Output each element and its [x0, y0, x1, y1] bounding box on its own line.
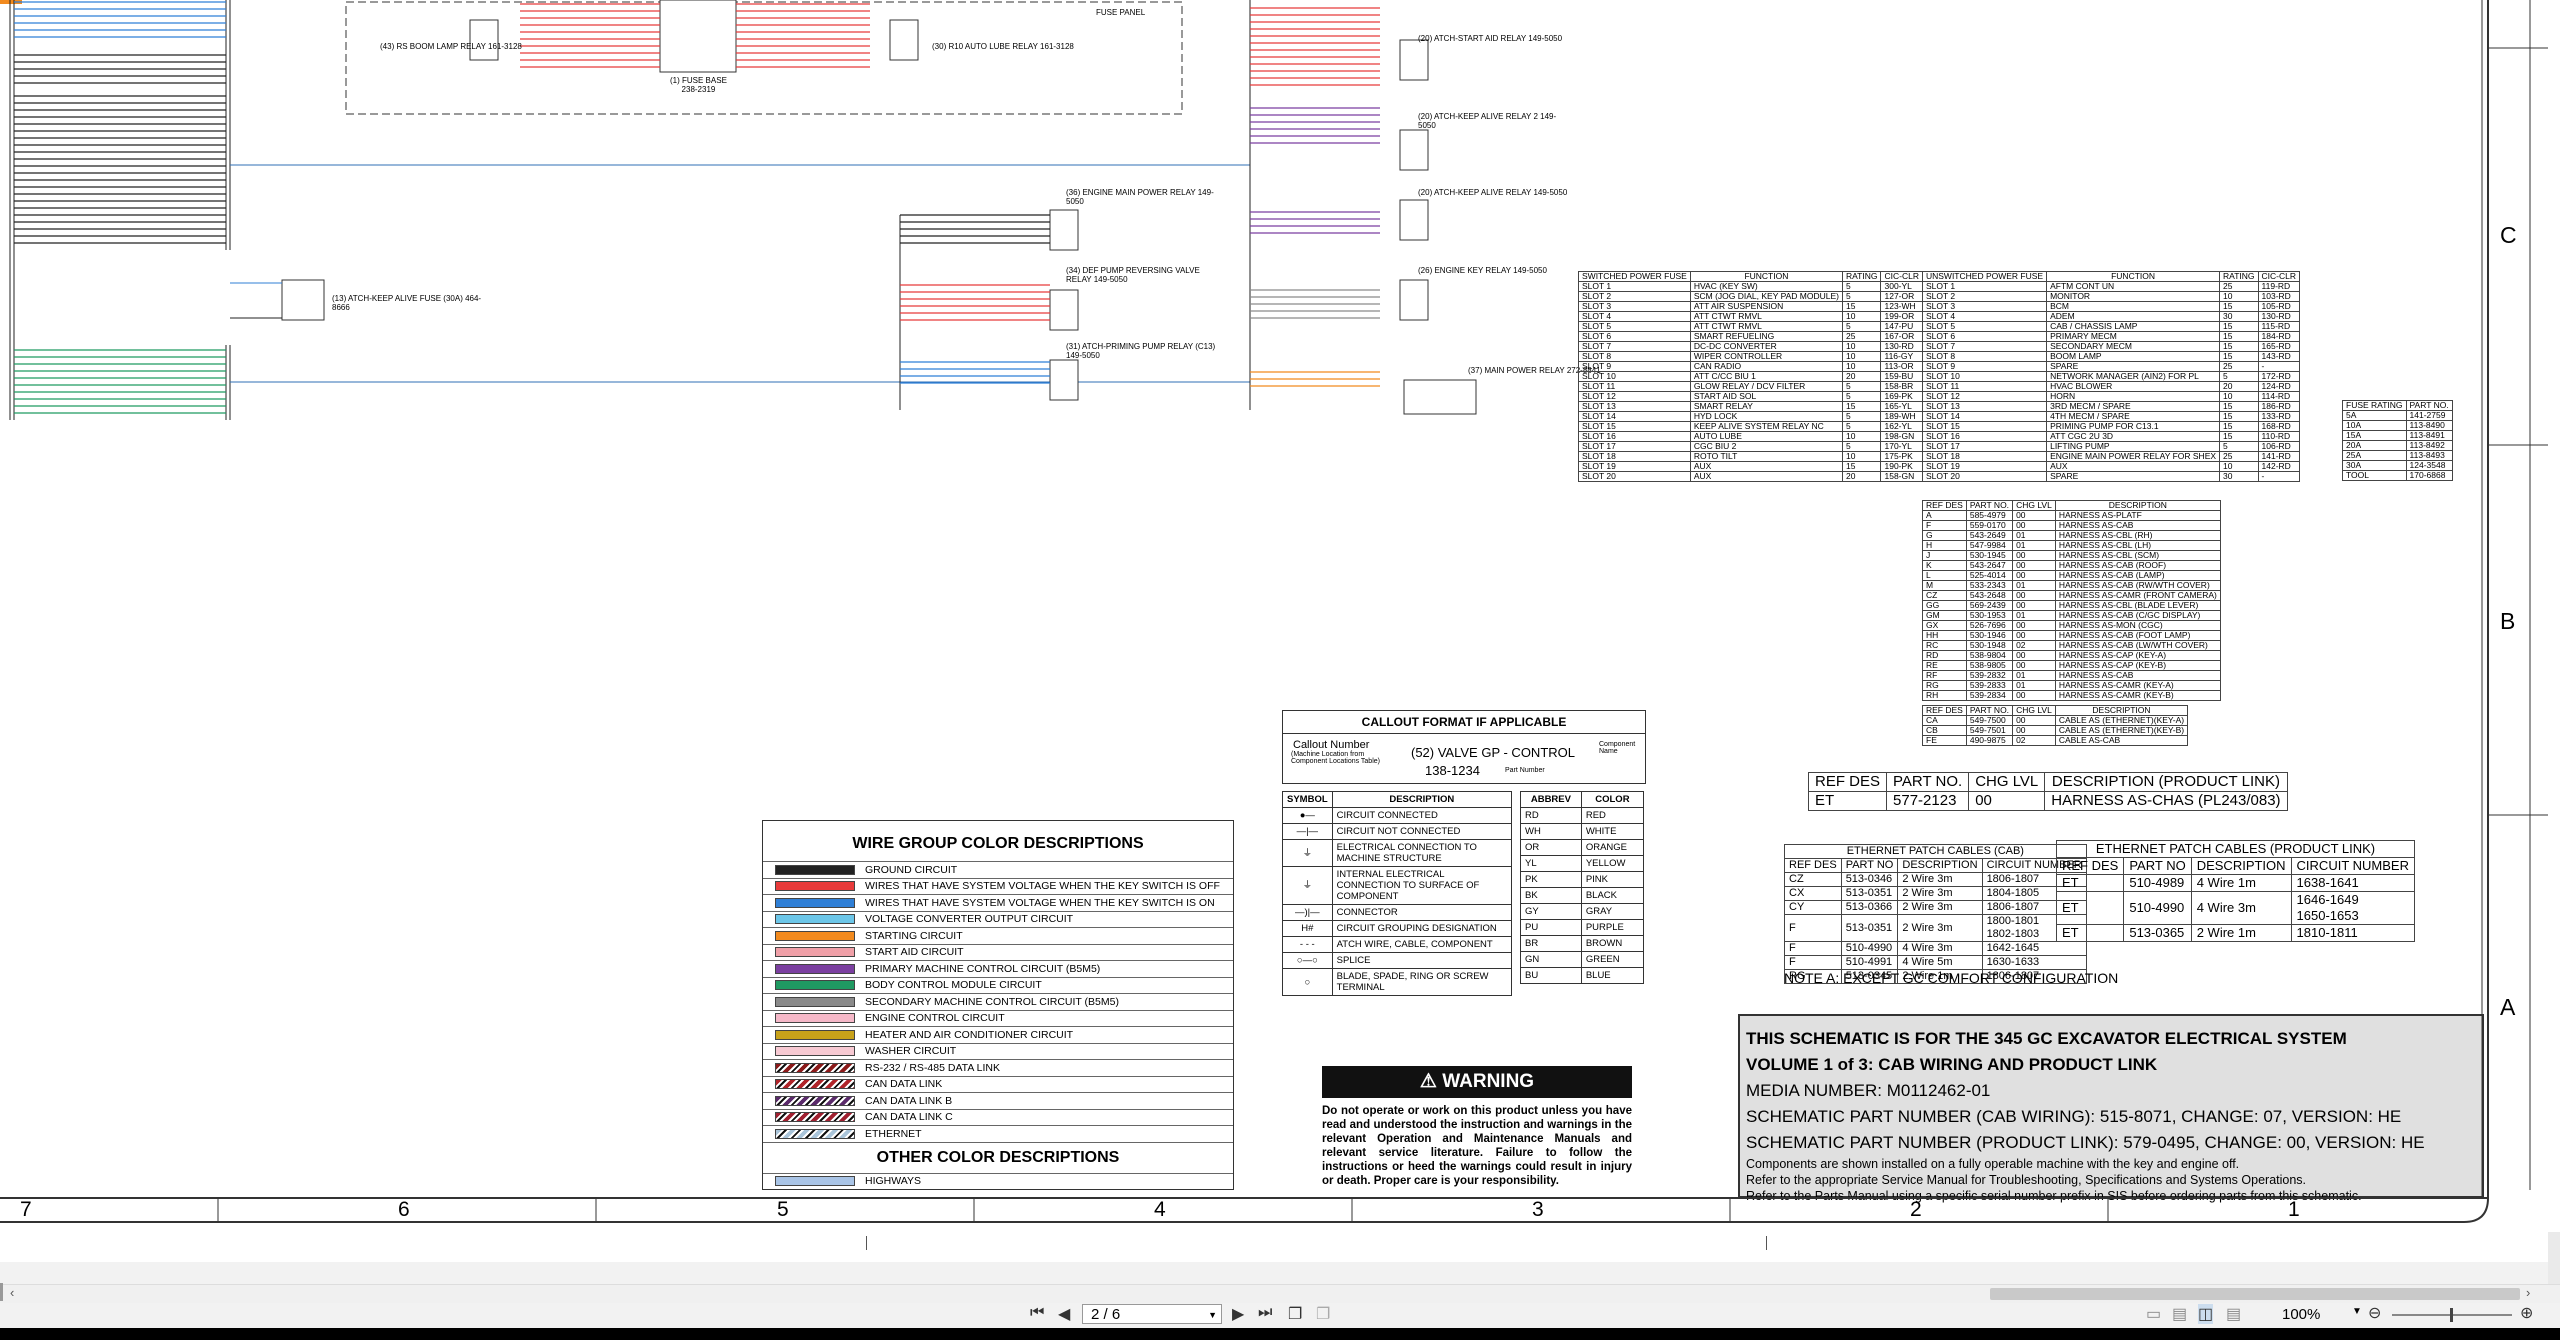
grid-letter-c: C [2500, 222, 2517, 248]
page-number-value: 2 / 6 [1091, 1306, 1121, 1323]
left-edge-marker [0, 1283, 3, 1301]
page-divider-right [1766, 1236, 1767, 1250]
page-divider-left [866, 1236, 867, 1250]
page-gap [0, 1232, 2548, 1262]
grid-number-5: 5 [777, 1198, 789, 1221]
grid-number-4: 4 [1154, 1198, 1166, 1221]
grid-number-2: 2 [1910, 1198, 1922, 1221]
bottom-black-strip [0, 1328, 2560, 1340]
grid-number-7: 7 [20, 1198, 32, 1221]
schematic-document: (43) RS BOOM LAMP RELAY 161-3128 (30) R10… [0, 0, 2548, 1232]
viewer-bottom-area: ‹ › ⏮ ◀ 2 / 6 ▼ ▶ ⏭ ❐ ❐ ▭ ▤ ◫ ▤ 100% ▼ ⊖… [0, 1232, 2560, 1340]
grid-number-6: 6 [398, 1198, 410, 1221]
page-number-field[interactable]: 2 / 6 ▼ [1082, 1304, 1222, 1324]
previous-page-icon[interactable]: ◀ [1058, 1304, 1070, 1324]
continuous-view-icon[interactable]: ▤ [2172, 1304, 2187, 1324]
horizontal-scrollbar[interactable]: ‹ › [0, 1284, 2560, 1303]
drawing-frame [0, 0, 2548, 1223]
zoom-value[interactable]: 100% [2282, 1306, 2320, 1323]
grid-number-3: 3 [1532, 1198, 1544, 1221]
next-page-icon[interactable]: ▶ [1232, 1304, 1244, 1324]
zoom-out-icon[interactable]: ⊖ [2368, 1303, 2381, 1323]
grid-letter-a: A [2500, 994, 2516, 1020]
zoom-slider[interactable] [2392, 1308, 2512, 1322]
book-view-icon[interactable]: ▤ [2226, 1304, 2241, 1324]
last-page-icon[interactable]: ⏭ [1258, 1304, 1272, 1322]
zoom-dropdown-icon[interactable]: ▼ [2352, 1306, 2362, 1317]
first-page-icon[interactable]: ⏮ [1030, 1304, 1044, 1322]
page-dropdown-icon[interactable]: ▼ [1208, 1305, 1217, 1325]
horizontal-scroll-thumb[interactable] [1990, 1288, 2520, 1300]
single-page-view-icon[interactable]: ▭ [2146, 1304, 2161, 1324]
scroll-left-icon[interactable]: ‹ [10, 1285, 14, 1300]
page-layout-icon[interactable]: ❐ [1288, 1304, 1302, 1324]
zoom-slider-thumb[interactable] [2450, 1308, 2453, 1322]
zoom-in-icon[interactable]: ⊕ [2520, 1303, 2533, 1323]
grid-letter-b: B [2500, 608, 2516, 634]
page-layout-disabled-icon[interactable]: ❐ [1316, 1304, 1330, 1324]
scroll-right-icon[interactable]: › [2526, 1285, 2530, 1300]
grid-number-1: 1 [2288, 1198, 2300, 1221]
two-page-view-icon[interactable]: ◫ [2198, 1304, 2214, 1324]
